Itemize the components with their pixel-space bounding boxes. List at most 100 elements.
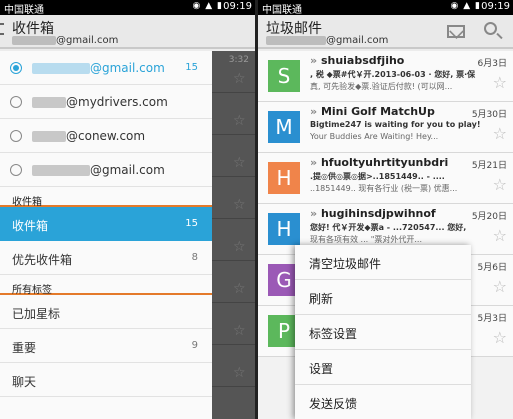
radio-icon[interactable] bbox=[10, 164, 22, 176]
redacted-name bbox=[32, 63, 90, 74]
unread-count: 8 bbox=[191, 252, 198, 263]
mail-date: 5月20日 bbox=[471, 212, 507, 222]
compose-icon[interactable] bbox=[447, 25, 465, 38]
account-email: @gmail.com bbox=[90, 163, 165, 177]
radio-selected-icon[interactable] bbox=[10, 62, 22, 74]
drawer-item-chat[interactable]: 聊天 bbox=[0, 363, 212, 397]
account-item[interactable]: @gmail.com 15 bbox=[0, 51, 212, 85]
account-email: @gmail.com bbox=[90, 61, 165, 75]
mail-date: 5月6日 bbox=[477, 263, 507, 273]
star-icon[interactable]: ☆ bbox=[493, 73, 507, 92]
section-header-labels: 所有标签 bbox=[0, 275, 212, 296]
status-bar: 中国联通 ◉ ▲ ▮ 09:19 bbox=[0, 0, 255, 16]
redacted-name bbox=[32, 97, 66, 108]
account-item[interactable]: @conew.com bbox=[0, 119, 212, 153]
unread-count: 15 bbox=[185, 62, 198, 73]
mail-snippet: ..1851449.. 现有各行业 (税一票) 优惠... bbox=[310, 184, 458, 193]
star-icon[interactable]: ☆ bbox=[493, 226, 507, 245]
section-header-inbox: 收件箱 bbox=[0, 187, 212, 208]
star-icon[interactable]: ☆ bbox=[493, 277, 507, 296]
mail-snippet: 真, 可先验发◆票.验证后付款! (可以网... bbox=[310, 82, 453, 91]
mail-sender: Mini Golf MatchUp bbox=[320, 105, 435, 118]
carrier-label: 中国联通 bbox=[262, 5, 302, 16]
mail-date: 6月3日 bbox=[477, 59, 507, 69]
account-item[interactable]: @gmail.com bbox=[0, 153, 212, 187]
star-icon: ☆ bbox=[233, 155, 246, 171]
mail-snippet: 现有各项有效 ... "票对外代开... bbox=[310, 235, 423, 244]
drawer-item-label: 优先收件箱 bbox=[12, 253, 73, 267]
mail-date: 5月3日 bbox=[477, 314, 507, 324]
menu-item-refresh[interactable]: 刷新 bbox=[295, 280, 471, 315]
mail-row[interactable]: M » Mini Golf MatchUp Bigtime247 is wait… bbox=[258, 102, 513, 153]
clock: 09:19 bbox=[223, 1, 252, 12]
drawer-toggle-icon[interactable] bbox=[0, 23, 4, 35]
clock: 09:19 bbox=[481, 1, 510, 12]
drawer-item-label: 收件箱 bbox=[12, 219, 49, 233]
star-icon: ☆ bbox=[233, 365, 246, 381]
mail-date: 3:32 bbox=[228, 55, 249, 65]
star-icon[interactable]: ☆ bbox=[493, 328, 507, 347]
star-icon: ☆ bbox=[233, 113, 246, 129]
unread-count: 9 bbox=[191, 340, 198, 351]
menu-item-label-settings[interactable]: 标签设置 bbox=[295, 315, 471, 350]
redacted-name bbox=[12, 35, 56, 45]
account-address: @gmail.com bbox=[12, 35, 118, 46]
action-bar: 收件箱 @gmail.com bbox=[0, 15, 255, 49]
star-icon: ☆ bbox=[233, 323, 246, 339]
mail-date: 5月30日 bbox=[471, 110, 507, 120]
radio-icon[interactable] bbox=[10, 130, 22, 142]
unread-count: 15 bbox=[185, 218, 198, 229]
redacted-name bbox=[266, 35, 326, 45]
mail-sender: hfuoltyuhrtityunbdri bbox=[320, 156, 449, 169]
status-icons: ◉ ▲ ▮ bbox=[192, 1, 223, 11]
drawer-item-label: 重要 bbox=[12, 341, 37, 355]
mail-subject: , 税 ◆票#代￥开.2013-06-03 · 您好, 票·保 bbox=[310, 70, 476, 79]
drawer-item-inbox[interactable]: 收件箱 15 bbox=[0, 207, 212, 241]
sender-avatar: H bbox=[268, 213, 300, 245]
mail-subject: 您好! 代￥开发◆票a - ...720547... 您好, bbox=[310, 223, 467, 232]
mail-sender: shuiabsdfjiho bbox=[320, 54, 405, 67]
sender-avatar: S bbox=[268, 60, 300, 92]
overflow-menu: 清空垃圾邮件 刷新 标签设置 设置 发送反馈 bbox=[295, 245, 471, 419]
mail-row[interactable]: S » shuiabsdfjiho , 税 ◆票#代￥开.2013-06-03 … bbox=[258, 51, 513, 102]
sender-avatar: M bbox=[268, 111, 300, 143]
star-icon: ☆ bbox=[233, 239, 246, 255]
redacted-name bbox=[32, 131, 66, 142]
drawer-item-label: 已加星标 bbox=[12, 307, 61, 321]
account-suffix: @gmail.com bbox=[56, 35, 119, 46]
mail-date: 5月21日 bbox=[471, 161, 507, 171]
star-icon: ☆ bbox=[233, 71, 246, 87]
drawer-item-starred[interactable]: 已加星标 bbox=[0, 295, 212, 329]
mail-subject: Bigtime247 is waiting for you to play! - bbox=[310, 120, 480, 129]
importance-chevron-icon: » bbox=[310, 105, 318, 118]
redacted-name bbox=[32, 165, 90, 176]
navigation-drawer: @gmail.com 15 @mydrivers.com @conew.com … bbox=[0, 51, 212, 419]
account-suffix: @gmail.com bbox=[326, 35, 389, 46]
star-icon: ☆ bbox=[233, 197, 246, 213]
radio-icon[interactable] bbox=[10, 96, 22, 108]
drawer-item-priority-inbox[interactable]: 优先收件箱 8 bbox=[0, 241, 212, 275]
status-bar: 中国联通 ◉ ▲ ▮ 09:19 bbox=[258, 0, 513, 16]
star-icon[interactable]: ☆ bbox=[493, 175, 507, 194]
mail-snippet: Your Buddies Are Waiting! Hey... bbox=[310, 132, 439, 141]
status-icons: ◉ ▲ ▮ bbox=[450, 1, 481, 11]
account-email: @mydrivers.com bbox=[66, 95, 168, 109]
dimmed-mail-list: 3:32 ☆ ☆ ☆ ☆ ☆ ☆ ☆ ☆ bbox=[212, 51, 255, 419]
menu-item-empty-spam[interactable]: 清空垃圾邮件 bbox=[295, 245, 471, 280]
sender-avatar: H bbox=[268, 162, 300, 194]
star-icon[interactable]: ☆ bbox=[493, 124, 507, 143]
menu-item-send-feedback[interactable]: 发送反馈 bbox=[295, 385, 471, 419]
account-address: @gmail.com bbox=[266, 35, 388, 46]
action-bar: 垃圾邮件 @gmail.com bbox=[258, 15, 513, 49]
drawer-item-important[interactable]: 重要 9 bbox=[0, 329, 212, 363]
mail-sender: hugihinsdjpwihnof bbox=[320, 207, 436, 220]
drawer-item-label: 聊天 bbox=[12, 375, 37, 389]
star-icon: ☆ bbox=[233, 281, 246, 297]
menu-item-settings[interactable]: 设置 bbox=[295, 350, 471, 385]
search-icon[interactable] bbox=[484, 22, 497, 35]
importance-chevron-icon: » bbox=[310, 54, 318, 67]
account-email: @conew.com bbox=[66, 129, 146, 143]
carrier-label: 中国联通 bbox=[4, 5, 44, 16]
mail-row[interactable]: H » hfuoltyuhrtityunbdri .提◎供◎票◎据>..1851… bbox=[258, 153, 513, 204]
account-item[interactable]: @mydrivers.com bbox=[0, 85, 212, 119]
